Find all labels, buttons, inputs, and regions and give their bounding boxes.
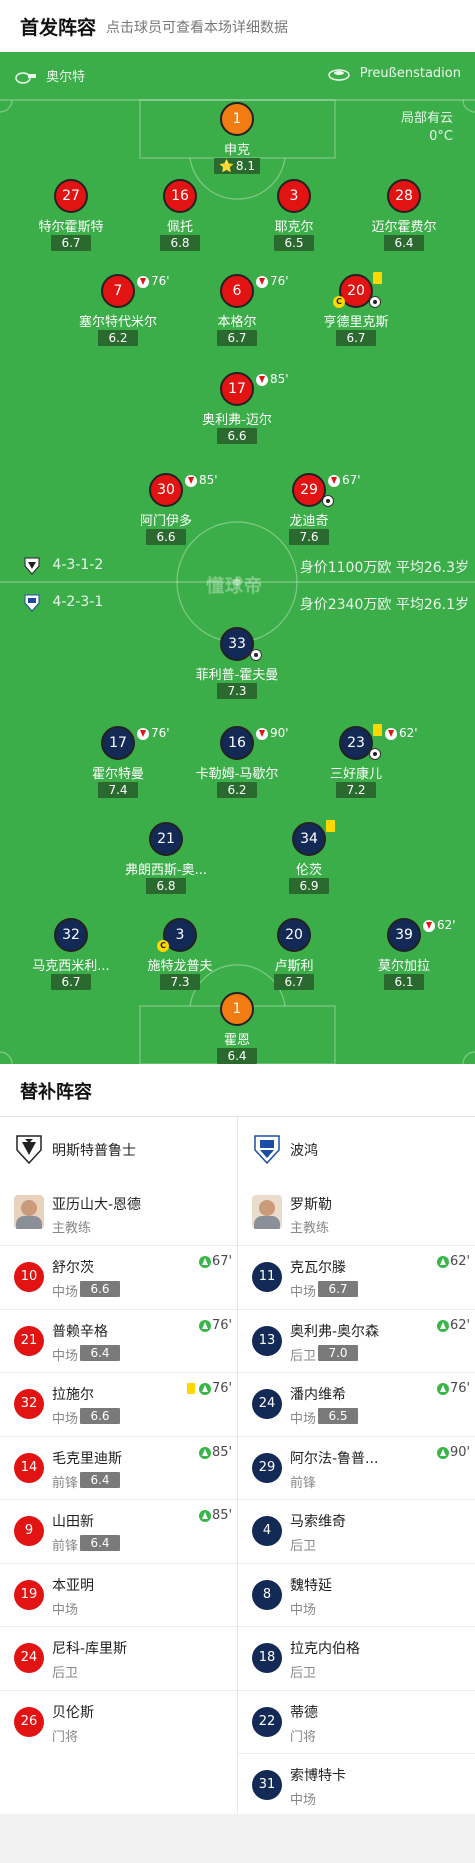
home-team-info: 奥尔特 [14, 66, 85, 85]
yellow-card-icon [187, 1383, 195, 1394]
sub-off-icon [256, 276, 268, 288]
page-subtitle: 点击球员可查看本场详细数据 [106, 20, 288, 36]
yellow-card-icon [326, 820, 335, 832]
home-coach[interactable]: 亚历山大-恩德 主教练 [0, 1181, 237, 1245]
home-player[interactable]: 17 85' 奥利弗-迈尔 6.6 [182, 372, 292, 462]
whistle-icon [15, 71, 36, 84]
sub-row[interactable]: 21 普赖辛格 中场 6.4 76' [0, 1308, 237, 1373]
watermark: 懂球帝 [206, 576, 263, 597]
home-player[interactable]: 7 76' 塞尔特代米尔 6.2 [63, 274, 173, 364]
weather-condition: 局部有云 [400, 111, 453, 126]
sub-in-icon [199, 1446, 211, 1459]
away-player[interactable]: 33 菲利普-霍夫曼 7.3 [182, 627, 292, 717]
home-player[interactable]: 3 耶克尔 6.5 [239, 179, 349, 269]
away-crest-icon [24, 594, 40, 612]
sub-in-icon [437, 1446, 449, 1459]
page-title: 首发阵容 [20, 17, 97, 39]
weather: 局部有云 0°C [401, 110, 453, 146]
stadium-name: Preußenstadion [359, 66, 461, 81]
sub-off-icon [423, 920, 435, 932]
away-club[interactable]: 波鸿 [238, 1117, 475, 1181]
substitutes-title: 替补阵容 [20, 1082, 92, 1103]
home-team-name: 奥尔特 [46, 70, 86, 85]
home-player[interactable]: 20 C 亨德里克斯 6.7 [301, 272, 411, 364]
ball-icon [250, 649, 262, 661]
home-formation: 4-3-1-2 [22, 555, 103, 575]
sub-row[interactable]: 10 舒尔茨 中场 6.6 67' [0, 1245, 237, 1309]
home-squad-value: 身价1100万欧 平均26.3岁 [299, 560, 469, 576]
sub-row[interactable]: 8 魏特延 中场 [238, 1562, 475, 1627]
home-substitutes: 明斯特普鲁士 亚历山大-恩德 主教练 10 舒尔茨 中场 6.6 67' 21 … [0, 1117, 237, 1753]
sub-in-icon [437, 1256, 449, 1268]
weather-temp: 0°C [429, 129, 453, 144]
away-player[interactable]: 34 伦茨 6.9 [254, 820, 364, 912]
home-player[interactable]: 28 迈尔霍费尔 6.4 [349, 179, 459, 269]
home-player[interactable]: 29 67' 龙迪奇 7.6 [254, 473, 364, 563]
home-crest-icon [24, 557, 40, 575]
sub-in-icon [199, 1510, 211, 1522]
sub-off-icon [256, 374, 268, 386]
sub-row[interactable]: 14 毛克里迪斯 前锋 6.4 85' [0, 1435, 237, 1500]
substitutes-section: 替补阵容 明斯特普鲁士 亚历山大-恩德 主教练 10 舒尔茨 中场 6.6 67… [0, 1064, 475, 1814]
away-player[interactable]: 32 马克西米利... 6.7 [16, 918, 126, 1008]
away-crest-icon [254, 1135, 280, 1164]
lineup-page: { "header": {"title": "首发阵容", "subtitle"… [0, 0, 475, 1863]
sub-row[interactable]: 22 蒂德 门将 [238, 1689, 475, 1754]
away-squad-value: 身价2340万欧 平均26.1岁 [299, 597, 469, 613]
coach-avatar [252, 1195, 282, 1229]
sub-row[interactable]: 4 马索维奇 后卫 [238, 1499, 475, 1563]
sub-in-icon [437, 1319, 449, 1332]
sub-off-icon [256, 728, 268, 740]
home-crest-icon [16, 1135, 42, 1164]
sub-row[interactable]: 24 潘内维希 中场 6.5 76' [238, 1372, 475, 1436]
sub-row[interactable]: 9 山田新 前锋 6.4 85' [0, 1499, 237, 1563]
bottom-spacer [0, 1814, 475, 1863]
stadium-icon [327, 68, 350, 81]
home-player[interactable]: 30 85' 阿门伊多 6.6 [111, 473, 221, 563]
away-player[interactable]: 39 62' 莫尔加拉 6.1 [349, 918, 459, 1008]
away-substitutes: 波鸿 罗斯勒 主教练 11 克瓦尔滕 中场 6.7 62' 13 奥利弗-奥尔森… [238, 1117, 475, 1817]
sub-in-icon [199, 1383, 211, 1395]
home-player[interactable]: 27 特尔霍斯特 6.7 [16, 179, 126, 269]
away-formation: 4-2-3-1 [22, 592, 103, 612]
away-player[interactable]: 21 弗朗西斯-奥... 6.8 [111, 822, 221, 912]
away-player[interactable]: 23 62' 三好康儿 7.2 [301, 724, 418, 816]
captain-badge: C [157, 940, 169, 952]
lineup-header: 首发阵容 点击球员可查看本场详细数据 [0, 0, 475, 52]
sub-row[interactable]: 26 贝伦斯 门将 [0, 1689, 237, 1754]
sub-off-icon [328, 475, 340, 487]
sub-in-icon [199, 1256, 211, 1268]
home-club[interactable]: 明斯特普鲁士 [0, 1117, 237, 1181]
ball-icon [369, 748, 381, 760]
captain-badge: C [333, 296, 345, 308]
home-player[interactable]: 16 佩托 6.8 [125, 179, 235, 269]
home-player[interactable]: 6 76' 本格尔 6.7 [182, 274, 292, 364]
sub-off-icon [137, 728, 149, 740]
sub-off-icon [385, 728, 397, 740]
ball-icon [322, 495, 334, 507]
away-player[interactable]: 17 76' 霍尔特曼 7.4 [63, 726, 173, 816]
sub-row[interactable]: 19 本亚明 中场 [0, 1562, 237, 1627]
star-icon: ⭐ [218, 159, 234, 173]
sub-row[interactable]: 13 奥利弗-奥尔森 后卫 7.0 62' [238, 1308, 475, 1373]
away-player-gk[interactable]: 1 霍恩 6.4 [182, 992, 292, 1064]
pitch: 奥尔特 Preußenstadion 局部有云 0°C 1 申克 ⭐ 8.1 27… [0, 52, 475, 1064]
coach-avatar [14, 1195, 44, 1229]
away-coach[interactable]: 罗斯勒 主教练 [238, 1181, 475, 1245]
sub-row[interactable]: 11 克瓦尔滕 中场 6.7 62' [238, 1245, 475, 1309]
yellow-card-icon [373, 724, 382, 736]
sub-off-icon [137, 276, 149, 288]
sub-row[interactable]: 29 阿尔法-鲁普... 前锋 90' [238, 1435, 475, 1500]
sub-row[interactable]: 32 拉施尔 中场 6.6 76' [0, 1372, 237, 1436]
sub-in-icon [437, 1383, 449, 1395]
stadium-info: Preußenstadion [327, 66, 461, 81]
sub-off-icon [185, 475, 197, 487]
away-player[interactable]: 16 90' 卡勒姆-马歇尔 6.2 [182, 726, 292, 816]
sub-row[interactable]: 24 尼科-库里斯 后卫 [0, 1626, 237, 1690]
yellow-card-icon [373, 272, 382, 284]
sub-row[interactable]: 18 拉克内伯格 后卫 [238, 1626, 475, 1690]
ball-icon [369, 296, 381, 308]
sub-row[interactable]: 31 索博特卡 中场 [238, 1753, 475, 1817]
sub-in-icon [199, 1319, 211, 1332]
